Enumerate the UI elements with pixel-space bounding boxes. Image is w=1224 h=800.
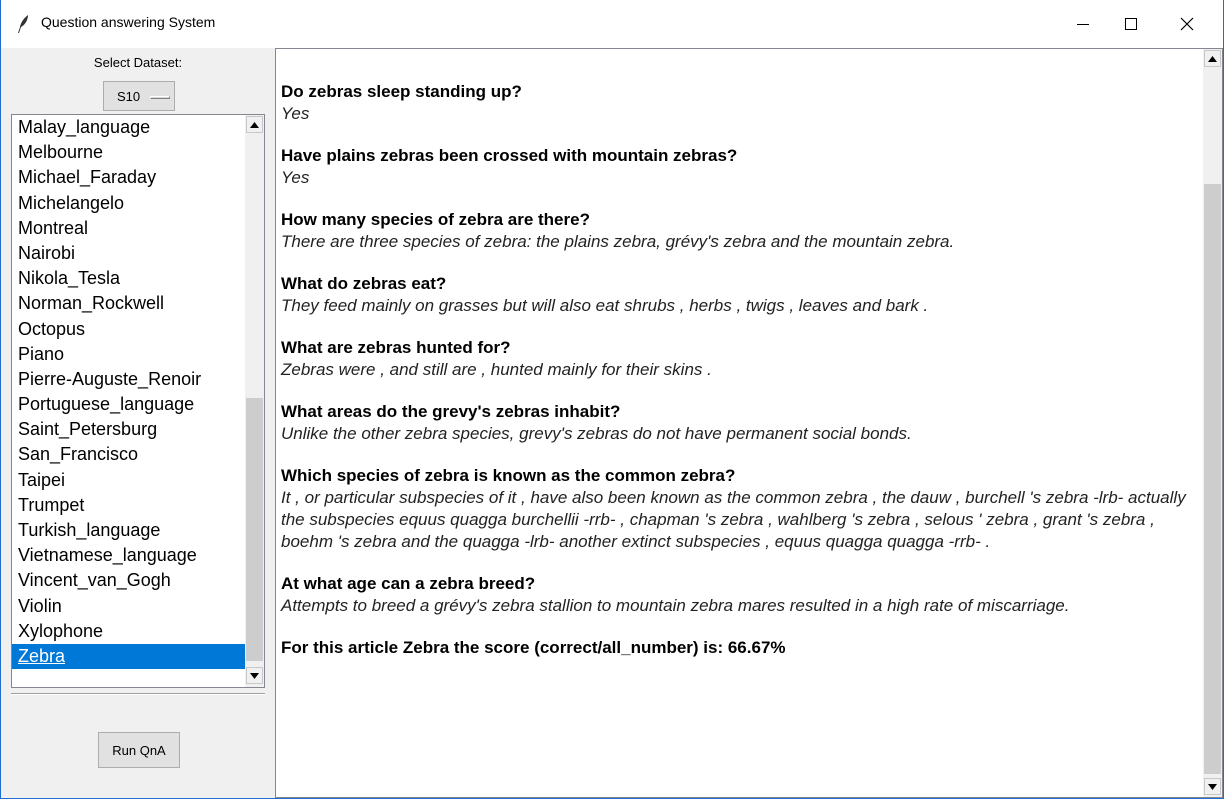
app-window: Question answering System Select Dataset… — [0, 0, 1224, 799]
option-indicator-icon — [150, 96, 170, 99]
question-text: Have plains zebras been crossed with mou… — [281, 146, 738, 165]
list-item[interactable]: Vincent_van_Gogh — [12, 568, 245, 593]
answer-text: Zebras were , and still are , hunted mai… — [281, 360, 712, 379]
dataset-value: S10 — [117, 89, 141, 104]
qa-item: What are zebras hunted for? Zebras were ,… — [281, 337, 1193, 381]
question-text: What are zebras hunted for? — [281, 338, 511, 357]
results-content: Do zebras sleep standing up? Yes Have plai… — [281, 81, 1193, 659]
close-icon — [1180, 17, 1194, 31]
panel-divider — [11, 693, 265, 695]
qa-item: Have plains zebras been crossed with mou… — [281, 145, 1193, 189]
list-item[interactable]: Violin — [12, 594, 245, 619]
question-text: What do zebras eat? — [281, 274, 447, 293]
question-text: At what age can a zebra breed? — [281, 574, 536, 593]
qa-item: What do zebras eat? They feed mainly on g… — [281, 273, 1193, 317]
qa-item: What areas do the grevy's zebras inhabit… — [281, 401, 1193, 445]
list-item[interactable]: Pierre-Auguste_Renoir — [12, 367, 245, 392]
list-item[interactable]: Portuguese_language — [12, 392, 245, 417]
window-title: Question answering System — [41, 14, 216, 30]
list-item[interactable]: Piano — [12, 342, 245, 367]
maximize-icon — [1125, 18, 1137, 30]
qa-item: How many species of zebra are there? Ther… — [281, 209, 1193, 253]
maximize-button[interactable] — [1103, 0, 1159, 48]
list-item[interactable]: Melbourne — [12, 140, 245, 165]
answer-text: There are three species of zebra: the pl… — [281, 232, 955, 251]
list-item[interactable]: Michelangelo — [12, 191, 245, 216]
answer-text: Unlike the other zebra species, grevy's … — [281, 424, 912, 443]
answer-text: Yes — [281, 168, 310, 187]
list-item[interactable]: Norman_Rockwell — [12, 291, 245, 316]
arrow-up-icon — [1208, 55, 1217, 62]
list-item[interactable]: San_Francisco — [12, 442, 245, 467]
qa-item: Which species of zebra is known as the c… — [281, 465, 1193, 553]
answer-text: They feed mainly on grasses but will als… — [281, 296, 929, 315]
dataset-select[interactable]: S10 — [103, 81, 175, 111]
list-item[interactable]: Nairobi — [12, 241, 245, 266]
arrow-up-icon — [250, 121, 259, 128]
results-text-area[interactable]: Do zebras sleep standing up? Yes Have plai… — [275, 48, 1223, 798]
list-item[interactable]: Michael_Faraday — [12, 165, 245, 190]
answer-text: It , or particular subspecies of it , ha… — [281, 488, 1186, 551]
dataset-label: Select Dataset: — [93, 55, 183, 70]
scroll-up-button[interactable] — [1204, 50, 1221, 67]
results-scrollbar[interactable] — [1203, 49, 1222, 797]
qa-list: Do zebras sleep standing up? Yes Have plai… — [281, 81, 1193, 617]
list-item[interactable]: Xylophone — [12, 619, 245, 644]
list-item[interactable]: Taipei — [12, 468, 245, 493]
list-item[interactable]: Turkish_language — [12, 518, 245, 543]
scroll-down-button[interactable] — [246, 667, 263, 684]
list-item[interactable]: Nikola_Tesla — [12, 266, 245, 291]
arrow-down-icon — [1208, 783, 1217, 790]
list-item[interactable]: Malay_language — [12, 115, 245, 140]
title-bar[interactable]: Question answering System — [1, 0, 1223, 48]
scroll-up-button[interactable] — [246, 116, 263, 133]
minimize-icon — [1077, 24, 1089, 25]
scroll-down-button[interactable] — [1204, 778, 1221, 795]
question-text: Do zebras sleep standing up? — [281, 82, 522, 101]
answer-text: Yes — [281, 104, 310, 123]
score-text: For this article Zebra the score (correc… — [281, 638, 786, 657]
left-panel: Select Dataset: S10 Malay_language Melbou… — [1, 48, 275, 798]
list-item[interactable]: Zebra — [12, 643, 245, 670]
list-item[interactable]: Saint_Petersburg — [12, 417, 245, 442]
article-list: Malay_language Melbourne Michael_Faraday Mi… — [12, 115, 245, 687]
scroll-thumb[interactable] — [1204, 184, 1221, 774]
listbox-scrollbar[interactable] — [245, 115, 264, 687]
question-text: How many species of zebra are there? — [281, 210, 590, 229]
run-qna-button[interactable]: Run QnA — [98, 732, 180, 768]
close-button[interactable] — [1159, 0, 1215, 48]
article-listbox[interactable]: Malay_language Melbourne Michael_Faraday Mi… — [11, 114, 265, 688]
arrow-down-icon — [250, 672, 259, 679]
question-text: Which species of zebra is known as the c… — [281, 466, 736, 485]
list-item[interactable]: Trumpet — [12, 493, 245, 518]
list-item[interactable]: Vietnamese_language — [12, 543, 245, 568]
list-item[interactable]: Octopus — [12, 317, 245, 342]
scroll-thumb[interactable] — [246, 398, 263, 661]
feather-icon — [13, 14, 33, 34]
qa-item: Do zebras sleep standing up? Yes — [281, 81, 1193, 125]
list-item[interactable]: Montreal — [12, 216, 245, 241]
answer-text: Attempts to breed a grévy's zebra stalli… — [281, 596, 1070, 615]
question-text: What areas do the grevy's zebras inhabit… — [281, 402, 621, 421]
qa-item: At what age can a zebra breed? Attempts t… — [281, 573, 1193, 617]
